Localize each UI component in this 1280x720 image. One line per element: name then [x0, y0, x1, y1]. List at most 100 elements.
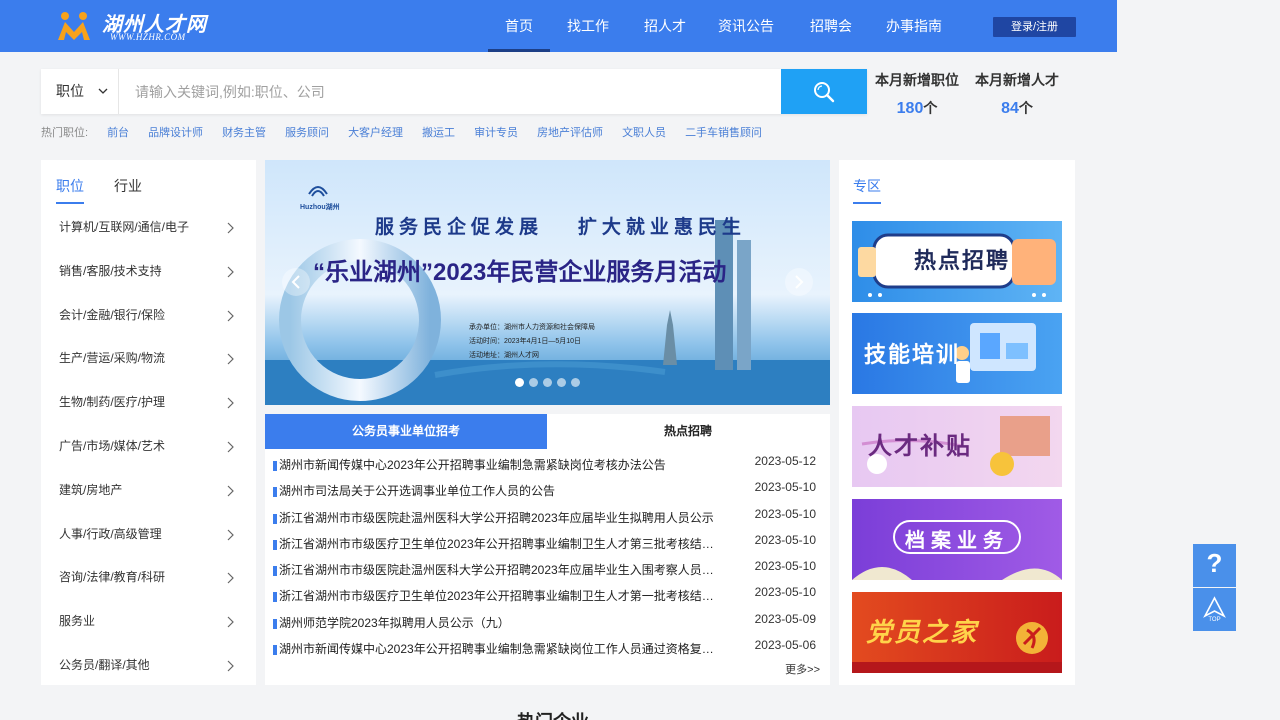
carousel-next-button[interactable]	[785, 268, 813, 296]
hot-keyword[interactable]: 大客户经理	[348, 124, 403, 140]
hot-keyword[interactable]: 审计专员	[474, 124, 518, 140]
search-category-select[interactable]: 职位	[41, 69, 119, 114]
category-item[interactable]: 销售/客服/技术支持	[41, 250, 256, 294]
more-link[interactable]: 更多>>	[785, 661, 820, 677]
stat-unit: 个	[923, 100, 938, 116]
zone-card-talent-subsidy[interactable]: 人才补贴	[852, 406, 1062, 487]
bullet-marker	[273, 645, 277, 656]
banner-headline: “乐业湖州”2023年民营企业服务月活动	[313, 259, 727, 286]
zone-card-skill-training[interactable]: 技能培训	[852, 313, 1062, 394]
hot-keyword[interactable]: 搬运工	[422, 124, 455, 140]
category-label: 公务员/翻译/其他	[59, 657, 150, 672]
tab-hot-recruitment[interactable]: 热点招聘	[547, 414, 829, 449]
category-item[interactable]: 人事/行政/高级管理	[41, 513, 256, 557]
hot-keyword[interactable]: 二手车销售顾问	[685, 124, 762, 140]
bullet-marker	[273, 566, 277, 577]
category-sidebar: 职位 行业 计算机/互联网/通信/电子 销售/客服/技术支持 会计/金融/银行/…	[41, 160, 256, 685]
news-title: 湖州市新闻传媒中心2023年公开招聘事业编制急需紧缺岗位考核办法公告	[279, 458, 666, 472]
bullet-marker	[273, 461, 277, 471]
chevron-right-icon	[227, 441, 234, 453]
banner-time: 活动时间：2023年4月1日—5月10日	[469, 338, 582, 345]
carousel-dot[interactable]	[557, 378, 566, 387]
stat-new-jobs-label: 本月新增职位	[875, 72, 959, 88]
stat-unit: 个	[1018, 100, 1033, 116]
carousel-dot[interactable]	[529, 378, 538, 387]
news-panel: 公务员事业单位招考 热点招聘 湖州市新闻传媒中心2023年公开招聘事业编制急需紧…	[265, 414, 830, 685]
category-item[interactable]: 生产/营运/采购/物流	[41, 337, 256, 381]
hot-keyword[interactable]: 财务主管	[222, 124, 266, 140]
category-item[interactable]: 生物/制药/医疗/护理	[41, 381, 256, 425]
category-label: 服务业	[59, 614, 96, 629]
chevron-right-icon	[227, 397, 234, 409]
news-item[interactable]: 浙江省湖州市市级医院赴温州医科大学公开招聘2023年应届毕业生拟聘用人员公示 20…	[272, 505, 822, 531]
zone-card-archives[interactable]: 档案业务	[852, 499, 1062, 580]
hot-keyword[interactable]: 文职人员	[622, 124, 666, 140]
banner-org: 承办单位：湖州市人力资源和社会保障局	[469, 324, 595, 331]
nav-find-job[interactable]: 找工作	[550, 0, 626, 52]
carousel-dot[interactable]	[515, 378, 524, 387]
category-item[interactable]: 咨询/法律/教育/科研	[41, 556, 256, 600]
news-date: 2023-05-10	[754, 506, 816, 521]
search-input[interactable]	[119, 69, 781, 114]
chevron-left-icon	[291, 275, 300, 289]
special-zone: 专区 热点招聘 技能培训 人才补贴 档案业务 党员之家	[839, 160, 1075, 685]
news-item[interactable]: 湖州师范学院2023年拟聘用人员公示（九） 2023-05-09	[272, 610, 822, 636]
hot-keyword[interactable]: 房地产评估师	[537, 124, 603, 140]
category-label: 人事/行政/高级管理	[59, 526, 162, 541]
news-item[interactable]: 浙江省湖州市市级医院赴温州医科大学公开招聘2023年应届毕业生入围考察人员公示 2…	[272, 557, 822, 583]
banner-carousel[interactable]: Huzhou湖州 服务民企促发展 扩大就业惠民生 “乐业湖州”2023年民营企业…	[265, 160, 830, 405]
category-item[interactable]: 计算机/互联网/通信/电子	[41, 206, 256, 250]
hot-keyword[interactable]: 前台	[107, 124, 129, 140]
bullet-marker	[273, 539, 277, 550]
news-item[interactable]: 浙江省湖州市市级医疗卫生单位2023年公开招聘事业编制卫生人才第一批考核结果公示…	[272, 583, 822, 609]
category-item[interactable]: 会计/金融/银行/保险	[41, 294, 256, 338]
carousel-prev-button[interactable]	[282, 268, 310, 296]
carousel-dot[interactable]	[543, 378, 552, 387]
zone-card-hot-recruit[interactable]: 热点招聘	[852, 221, 1062, 302]
category-label: 销售/客服/技术支持	[59, 263, 162, 278]
category-item[interactable]: 服务业	[41, 600, 256, 644]
category-item[interactable]: 广告/市场/媒体/艺术	[41, 425, 256, 469]
category-label: 计算机/互联网/通信/电子	[59, 220, 190, 234]
stat-new-talents-value: 84	[1001, 100, 1019, 117]
stat-new-talents-label: 本月新增人才	[975, 72, 1059, 88]
category-label: 建筑/房地产	[59, 482, 123, 497]
category-item[interactable]: 建筑/房地产	[41, 469, 256, 513]
chevron-right-icon	[227, 572, 234, 584]
news-item[interactable]: 湖州市新闻传媒中心2023年公开招聘事业编制急需紧缺岗位工作人员通过资格复审名单…	[272, 636, 822, 662]
back-to-top-button[interactable]: TOP	[1193, 588, 1236, 631]
carousel-dot[interactable]	[571, 378, 580, 387]
category-label: 会计/金融/银行/保险	[59, 307, 166, 322]
help-float-button[interactable]: ?	[1193, 544, 1236, 587]
nav-hire[interactable]: 招人才	[626, 0, 704, 52]
category-list: 计算机/互联网/通信/电子 销售/客服/技术支持 会计/金融/银行/保险 生产/…	[41, 206, 256, 688]
help-label: ?	[1206, 548, 1223, 578]
bullet-marker	[273, 487, 277, 498]
search-button[interactable]	[781, 69, 867, 114]
nav-job-fair[interactable]: 招聘会	[788, 0, 874, 52]
login-register-button[interactable]: 登录/注册	[993, 17, 1076, 37]
chevron-right-icon	[227, 616, 234, 628]
tab-industry[interactable]: 行业	[114, 176, 142, 204]
logo-people-icon	[58, 12, 90, 40]
category-item[interactable]: 公务员/翻译/其他	[41, 644, 256, 688]
nav-guide[interactable]: 办事指南	[874, 0, 954, 52]
zone-card-label: 技能培训	[863, 343, 960, 368]
zone-card-label: 人才补贴	[868, 432, 972, 460]
hot-keyword[interactable]: 品牌设计师	[148, 124, 203, 140]
tab-civil-service[interactable]: 公务员事业单位招考	[265, 414, 547, 449]
category-label: 咨询/法律/教育/科研	[59, 570, 166, 585]
zone-card-label: 热点招聘	[913, 249, 1010, 274]
nav-news[interactable]: 资讯公告	[704, 0, 788, 52]
news-date: 2023-05-10	[754, 532, 816, 547]
chevron-right-icon	[227, 660, 234, 672]
site-logo[interactable]: 湖州人才网 WWW.HZHR.COM	[56, 8, 216, 46]
chevron-right-icon	[227, 266, 234, 278]
news-item[interactable]: 湖州市司法局关于公开选调事业单位工作人员的公告 2023-05-10	[272, 478, 822, 504]
tab-position[interactable]: 职位	[56, 176, 84, 204]
zone-card-party-home[interactable]: 党员之家	[852, 592, 1062, 673]
hot-keyword[interactable]: 服务顾问	[285, 124, 329, 140]
news-item[interactable]: 湖州市新闻传媒中心2023年公开招聘事业编制急需紧缺岗位考核办法公告 2023-0…	[272, 452, 822, 478]
news-item[interactable]: 浙江省湖州市市级医疗卫生单位2023年公开招聘事业编制卫生人才第三批考核结果公示…	[272, 531, 822, 557]
nav-home[interactable]: 首页	[488, 0, 550, 52]
